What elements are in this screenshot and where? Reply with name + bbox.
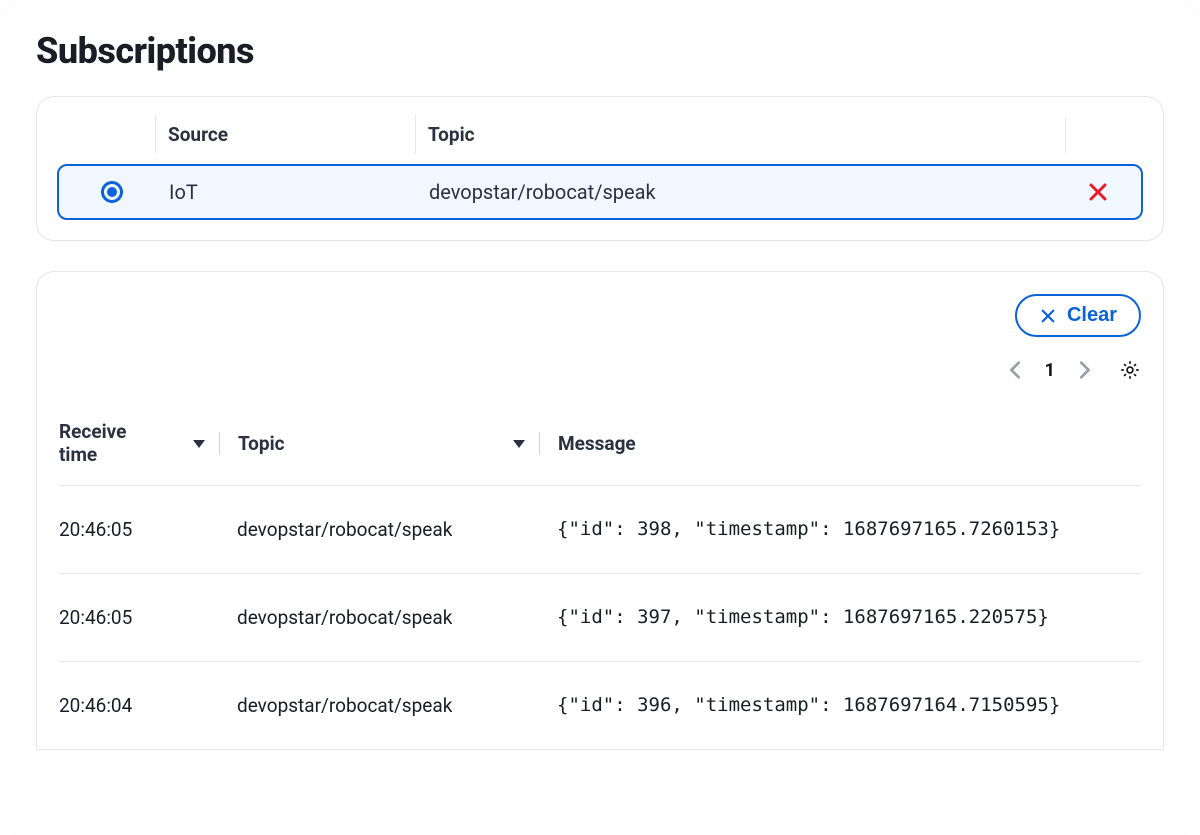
subscription-radio-selected[interactable] <box>101 181 123 203</box>
message-topic: devopstar/robocat/speak <box>219 606 539 629</box>
clear-button[interactable]: Clear <box>1015 294 1141 337</box>
message-row[interactable]: 20:46:04devopstar/robocat/speak{"id": 39… <box>59 662 1141 749</box>
sort-receive-time-icon[interactable] <box>193 440 205 448</box>
sort-topic-icon[interactable] <box>513 440 525 448</box>
messages-card: Clear 1 Receivetime To <box>36 271 1164 750</box>
message-topic: devopstar/robocat/speak <box>219 694 539 717</box>
message-payload: {"id": 398, "timestamp": 1687697165.7260… <box>539 518 1141 540</box>
subscription-row[interactable]: IoT devopstar/robocat/speak <box>57 164 1143 220</box>
messages-header-message: Message <box>558 432 636 455</box>
messages-header-receive-time: Receivetime <box>59 421 126 467</box>
radio-dot-icon <box>107 187 117 197</box>
subscriptions-header-row: Source Topic <box>57 115 1143 164</box>
subscription-topic-value: devopstar/robocat/speak <box>417 174 1063 210</box>
message-payload: {"id": 396, "timestamp": 1687697164.7150… <box>539 694 1141 716</box>
messages-header-row: Receivetime Topic Message <box>59 421 1141 486</box>
pager-next-icon[interactable] <box>1073 359 1095 381</box>
messages-header-topic: Topic <box>238 432 285 455</box>
subscriptions-header-source: Source <box>155 115 415 154</box>
subscriptions-header-topic: Topic <box>415 115 1065 154</box>
remove-subscription-icon[interactable] <box>1086 180 1110 204</box>
message-row[interactable]: 20:46:05devopstar/robocat/speak{"id": 39… <box>59 574 1141 662</box>
pager-prev-icon[interactable] <box>1005 359 1027 381</box>
message-topic: devopstar/robocat/speak <box>219 518 539 541</box>
message-receive-time: 20:46:04 <box>59 694 219 717</box>
pager: 1 <box>59 359 1141 381</box>
subscriptions-card: Source Topic IoT devopstar/robocat/speak <box>36 96 1164 241</box>
settings-gear-icon[interactable] <box>1119 359 1141 381</box>
message-payload: {"id": 397, "timestamp": 1687697165.2205… <box>539 606 1141 628</box>
message-receive-time: 20:46:05 <box>59 606 219 629</box>
page-title: Subscriptions <box>36 30 1164 72</box>
close-icon <box>1039 307 1057 325</box>
subscription-source-value: IoT <box>157 174 417 210</box>
message-receive-time: 20:46:05 <box>59 518 219 541</box>
message-row[interactable]: 20:46:05devopstar/robocat/speak{"id": 39… <box>59 486 1141 574</box>
pager-page-number: 1 <box>1045 360 1055 381</box>
clear-button-label: Clear <box>1067 304 1117 327</box>
